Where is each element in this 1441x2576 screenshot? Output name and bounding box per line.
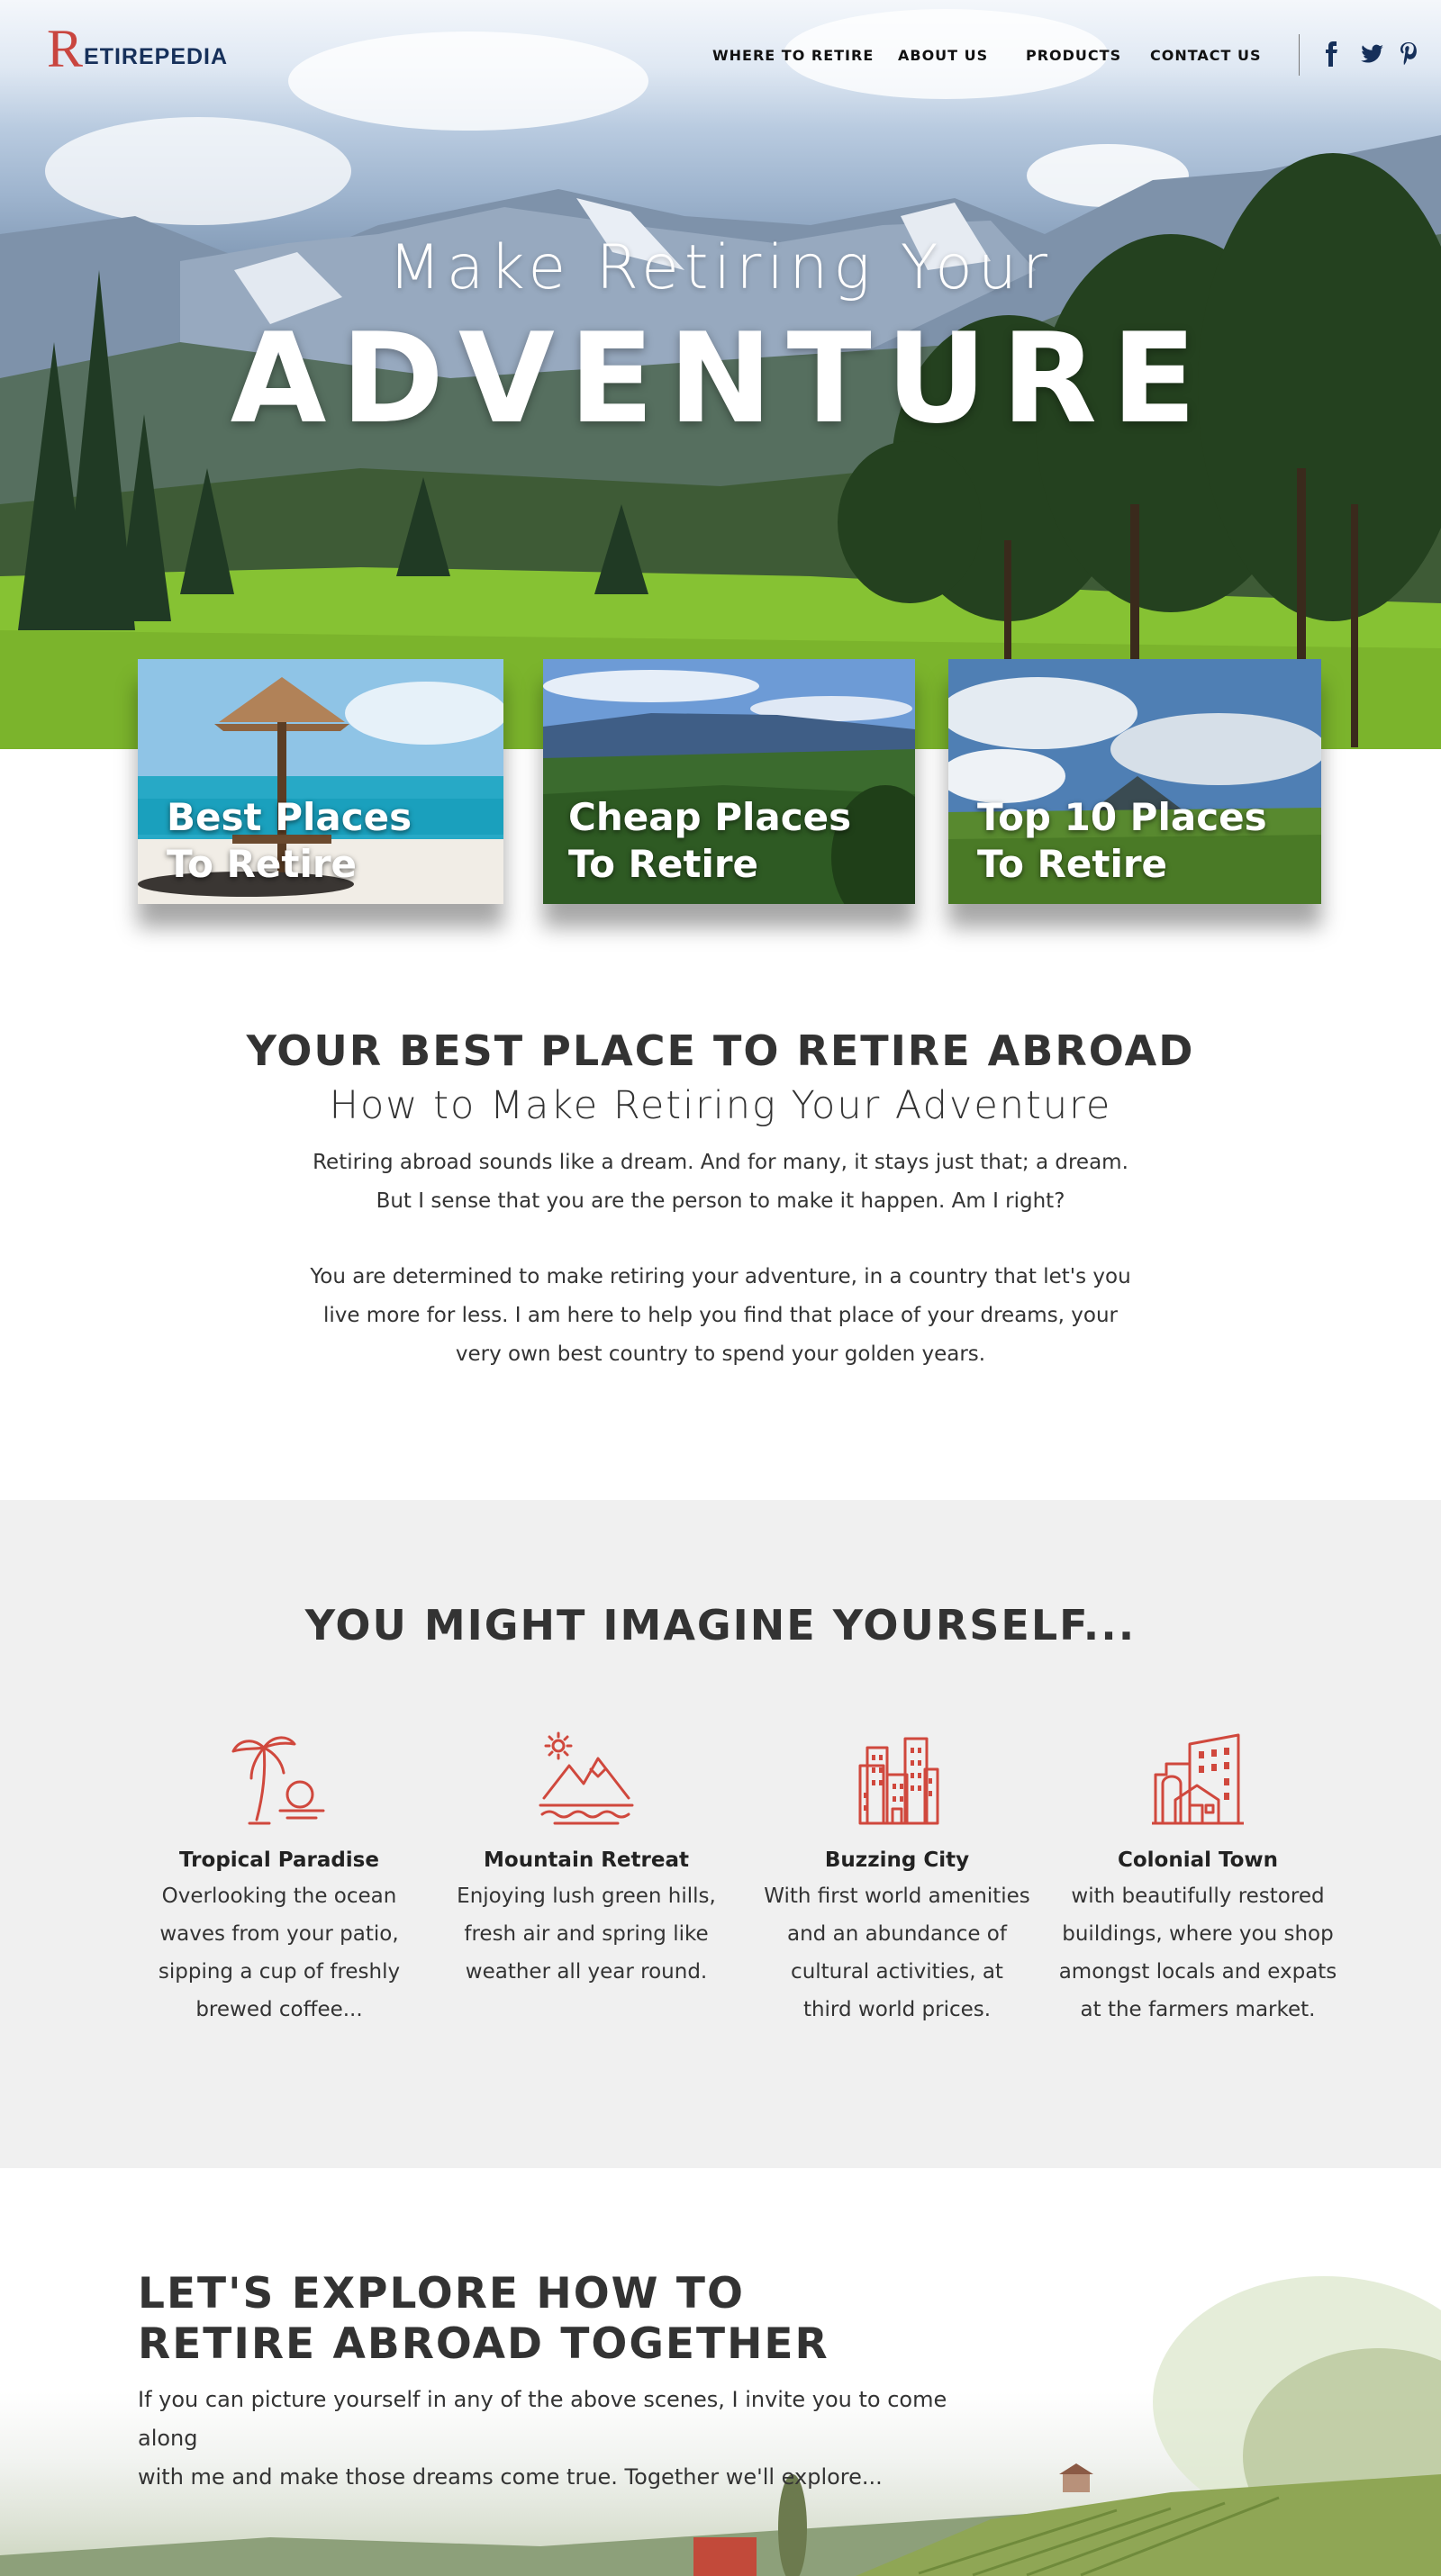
intro-heading: YOUR BEST PLACE TO RETIRE ABROAD [246, 1026, 1195, 1075]
explore-line: with me and make those dreams come true.… [138, 2464, 883, 2490]
vineyard-landscape-image [0, 2276, 1441, 2576]
intro-line: very own best country to spend your gold… [455, 1342, 986, 1366]
intro-line: But I sense that you are the person to m… [376, 1189, 1065, 1213]
facebook-icon[interactable] [1320, 41, 1342, 67]
palm-sunset-icon [231, 1736, 325, 1825]
card-title-line2: To Retire [167, 842, 358, 886]
nav-products[interactable]: PRODUCTS [1026, 47, 1121, 64]
feature-title: Colonial Town [1117, 1848, 1279, 1872]
feature-tropical-paradise: Tropical Paradise Overlooking the ocean … [135, 1730, 423, 2029]
card-title-line2: To Retire [568, 842, 759, 886]
feature-colonial-town: Colonial Town with beautifully restored … [1054, 1730, 1342, 2029]
feature-buzzing-city: Buzzing City With first world amenities … [753, 1730, 1041, 2029]
city-buildings-icon [858, 1737, 939, 1825]
feature-title: Buzzing City [824, 1848, 970, 1872]
intro-subheading: How to Make Retiring Your Adventure [329, 1083, 1112, 1128]
explore-heading-line1: LET'S EXPLORE HOW TO [138, 2269, 745, 2318]
card-title: Best Places To Retire [167, 794, 412, 888]
mountain-sun-icon [539, 1731, 634, 1825]
logo-initial: R [47, 19, 84, 78]
feature-text: Enjoying lush green hills, fresh air and… [457, 1885, 716, 1984]
nav-divider [1299, 34, 1300, 76]
feature-text: With first world amenities and an abunda… [764, 1885, 1030, 2021]
imagine-section: YOU MIGHT IMAGINE YOURSELF... Tropical P… [0, 1500, 1441, 2168]
imagine-heading: YOU MIGHT IMAGINE YOURSELF... [304, 1601, 1137, 1650]
hero-subtitle: Make Retiring Your [388, 232, 1053, 303]
card-title: Cheap Places To Retire [568, 794, 851, 888]
logo-wordmark: ETIREPEDIA [84, 44, 229, 69]
card-title-line1: Cheap Places [568, 795, 852, 839]
card-title-line2: To Retire [977, 842, 1168, 886]
explore-section: LET'S EXPLORE HOW TO RETIRE ABROAD TOGET… [0, 2168, 1441, 2576]
twitter-icon[interactable] [1361, 41, 1383, 67]
hero-banner: Make Retiring Your ADVENTURE [0, 0, 1441, 749]
explore-paragraph: If you can picture yourself in any of th… [138, 2381, 1002, 2497]
card-top-10-places[interactable]: Top 10 Places To Retire [948, 659, 1321, 904]
explore-heading-line2: RETIRE ABROAD TOGETHER [138, 2319, 829, 2369]
feature-title: Mountain Retreat [484, 1848, 689, 1872]
card-cheap-places[interactable]: Cheap Places To Retire [543, 659, 915, 904]
card-best-places[interactable]: Best Places To Retire [138, 659, 503, 904]
intro-paragraph-2: You are determined to make retiring your… [288, 1258, 1153, 1374]
feature-text: with beautifully restored buildings, whe… [1058, 1885, 1337, 2021]
explore-line: If you can picture yourself in any of th… [138, 2387, 947, 2451]
intro-paragraph-1: Retiring abroad sounds like a dream. And… [288, 1143, 1153, 1221]
nav-where-to-retire[interactable]: WHERE TO RETIRE [712, 47, 874, 64]
nav-about-us[interactable]: ABOUT US [898, 47, 988, 64]
feature-title: Tropical Paradise [179, 1848, 379, 1872]
explore-heading: LET'S EXPLORE HOW TO RETIRE ABROAD TOGET… [138, 2269, 829, 2370]
site-logo[interactable]: R ETIREPEDIA [47, 19, 229, 78]
card-title-line1: Top 10 Places [977, 795, 1267, 839]
colonial-house-icon [1152, 1733, 1244, 1825]
intro-line: live more for less. I am here to help yo… [322, 1304, 1119, 1327]
intro-line: You are determined to make retiring your… [310, 1265, 1131, 1288]
pinterest-icon[interactable] [1398, 41, 1419, 67]
feature-text: Overlooking the ocean waves from your pa… [158, 1885, 401, 2021]
nav-contact-us[interactable]: CONTACT US [1150, 47, 1262, 64]
card-title-line1: Best Places [167, 795, 412, 839]
feature-mountain-retreat: Mountain Retreat Enjoying lush green hil… [442, 1730, 730, 1991]
hero-title: ADVENTURE [230, 306, 1211, 451]
intro-line: Retiring abroad sounds like a dream. And… [313, 1151, 1128, 1174]
card-title: Top 10 Places To Retire [977, 794, 1267, 888]
